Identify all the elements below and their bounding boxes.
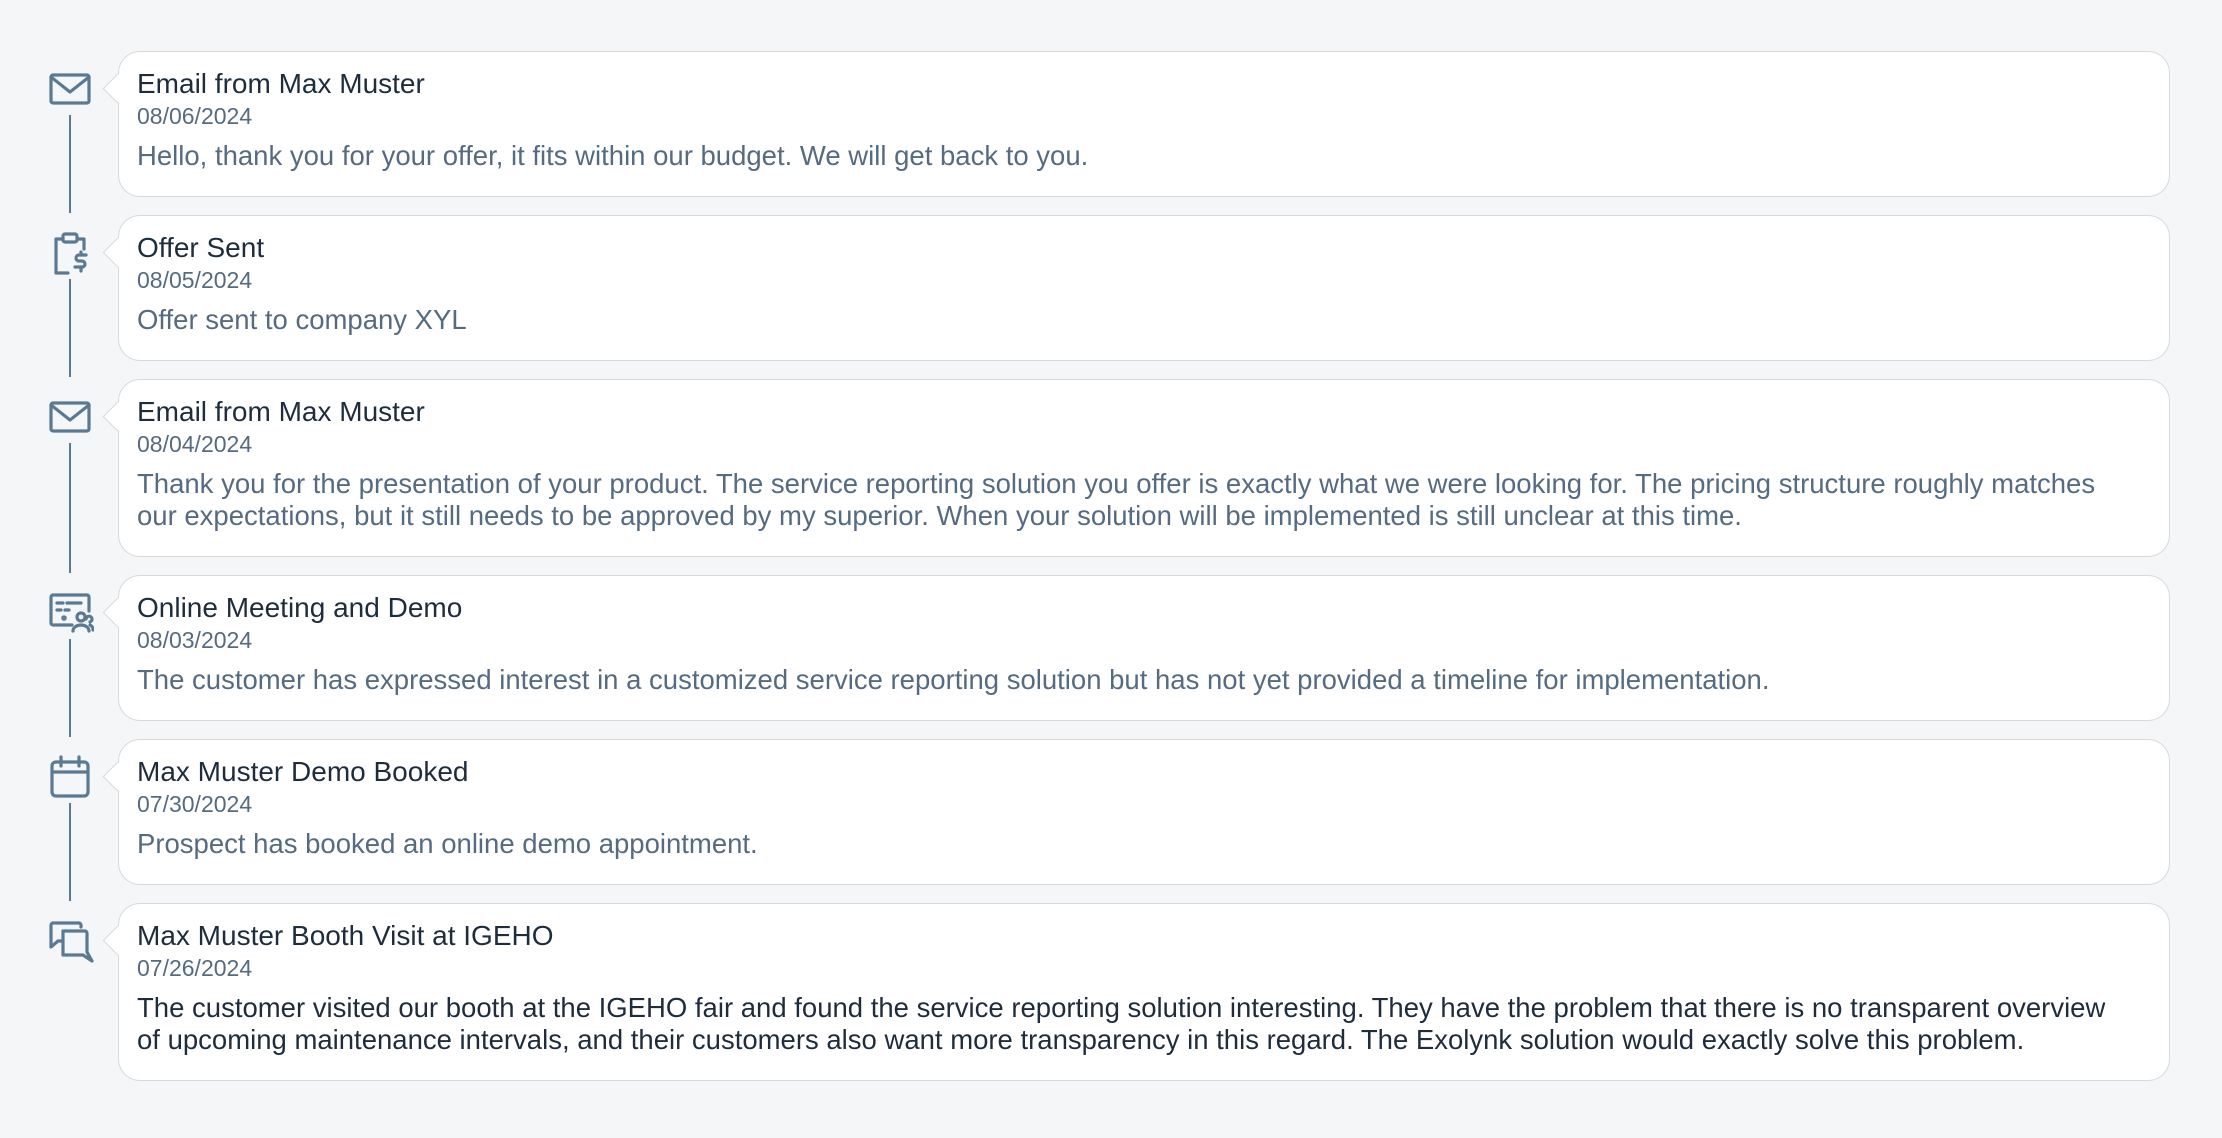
timeline-item[interactable]: Email from Max Muster 08/04/2024 Thank y… [0,379,2222,573]
timeline-item-text: Offer sent to company XYL [137,304,2151,336]
online-meeting-icon [44,587,96,639]
timeline-card[interactable]: Email from Max Muster 08/06/2024 Hello, … [118,51,2170,197]
timeline-item[interactable]: Offer Sent 08/05/2024 Offer sent to comp… [0,215,2222,377]
timeline-connector [69,443,71,573]
timeline-item-title: Online Meeting and Demo [137,592,463,623]
timeline-item-date: 07/30/2024 [137,791,253,817]
timeline-item-text-line: Thank you for the presentation of your p… [137,468,2096,499]
timeline-item[interactable]: Online Meeting and Demo 08/03/2024 The c… [0,575,2222,737]
timeline-connector [69,803,71,901]
timeline-item-date: 07/26/2024 [137,955,253,981]
timeline-card[interactable]: Max Muster Demo Booked 07/30/2024 Prospe… [118,739,2170,885]
timeline-item-date: 08/04/2024 [137,431,253,457]
timeline-item-date: 08/05/2024 [137,267,253,293]
timeline-connector [69,639,71,737]
timeline-item-text: Prospect has booked an online demo appoi… [137,828,2151,860]
timeline-item-text: Hello, thank you for your offer, it fits… [137,140,2151,172]
timeline-item-title: Email from Max Muster [137,396,425,427]
timeline-item-text-line: The customer visited our booth at the IG… [137,992,2106,1023]
timeline-connector [69,115,71,213]
timeline-card[interactable]: Email from Max Muster 08/04/2024 Thank y… [118,379,2170,557]
timeline-item[interactable]: Email from Max Muster 08/06/2024 Hello, … [0,51,2222,213]
timeline-item-title: Offer Sent [137,232,265,263]
timeline-item[interactable]: Max Muster Booth Visit at IGEHO 07/26/20… [0,903,2222,1083]
timeline-item-text-line: Hello, thank you for your offer, it fits… [137,140,1089,171]
timeline-item-text-line: our expectations, but it still needs to … [137,500,1742,531]
timeline-item-text-line: The customer has expressed interest in a… [137,664,1770,695]
timeline-connector [69,279,71,377]
timeline-card[interactable]: Online Meeting and Demo 08/03/2024 The c… [118,575,2170,721]
timeline-item[interactable]: Max Muster Demo Booked 07/30/2024 Prospe… [0,739,2222,901]
timeline-card[interactable]: Offer Sent 08/05/2024 Offer sent to comp… [118,215,2170,361]
activity-timeline: Email from Max Muster 08/06/2024 Hello, … [0,51,2222,1099]
timeline-item-date: 08/06/2024 [137,103,253,129]
timeline-item-title: Max Muster Booth Visit at IGEHO [137,920,554,951]
calendar-icon [44,751,96,803]
timeline-item-text: The customer visited our booth at the IG… [137,992,2151,1056]
timeline-item-text: Thank you for the presentation of your p… [137,468,2151,532]
timeline-item-text-line: Offer sent to company XYL [137,304,467,335]
timeline-item-title: Max Muster Demo Booked [137,756,469,787]
discussion-icon [44,915,96,967]
envelope-icon [44,391,96,443]
timeline-card[interactable]: Max Muster Booth Visit at IGEHO 07/26/20… [118,903,2170,1081]
clipboard-dollar-icon [44,227,96,279]
timeline-item-text: The customer has expressed interest in a… [137,664,2151,696]
timeline-item-text-line: of upcoming maintenance intervals, and t… [137,1024,2025,1055]
timeline-item-date: 08/03/2024 [137,627,253,653]
timeline-item-text-line: Prospect has booked an online demo appoi… [137,828,758,859]
envelope-icon [44,63,96,115]
timeline-item-title: Email from Max Muster [137,68,425,99]
